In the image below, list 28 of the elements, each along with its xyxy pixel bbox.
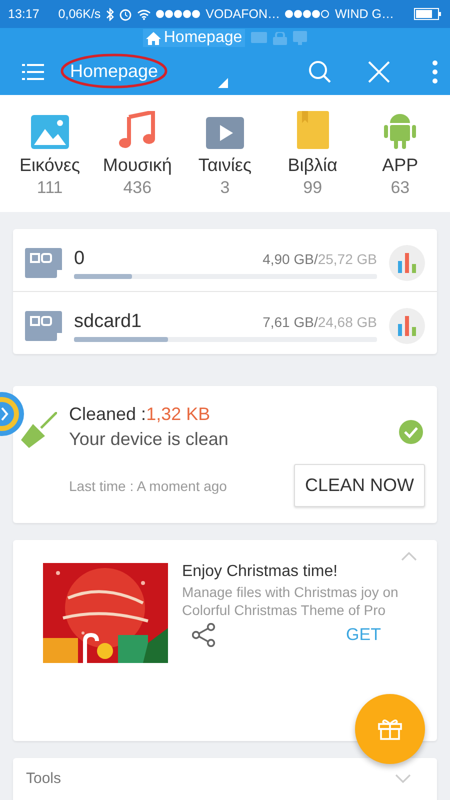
storage-used: 4,90 GB/: [262, 250, 318, 266]
carrier-name: VODAFON…: [206, 7, 280, 21]
carrier-name: WIND G…: [334, 7, 394, 21]
category-count: 436: [123, 178, 152, 198]
storage-used: 7,61 GB/: [262, 314, 318, 330]
clean-now-button[interactable]: CLEAN NOW: [294, 464, 425, 507]
category-label[interactable]: Βιβλία: [288, 155, 338, 176]
cleaned-label: Cleaned :: [69, 404, 146, 425]
storage-name[interactable]: sdcard1: [74, 310, 142, 332]
clean-status: Your device is clean: [69, 429, 230, 450]
clock: 13:17: [8, 7, 40, 21]
storage-total: 24,68 GB: [318, 314, 377, 330]
storage-name[interactable]: 0: [74, 248, 85, 270]
category-count: 3: [220, 178, 230, 198]
category-count: 111: [36, 178, 63, 198]
network-speed: 0,06K/s: [58, 7, 101, 21]
category-label[interactable]: Ταινίες: [198, 155, 252, 176]
category-count: 63: [390, 178, 410, 198]
category-label[interactable]: APP: [382, 155, 418, 176]
promo-title: Enjoy Christmas time!: [182, 563, 339, 581]
tools-title: Tools: [26, 770, 62, 787]
category-label[interactable]: Μουσική: [102, 155, 172, 176]
last-clean-time: Last time : A moment ago: [69, 478, 227, 494]
promo-description: Manage files with Christmas joy on Colorful Christmas Theme of Pro: [182, 584, 400, 619]
cleaned-amount: 1,32 KB: [146, 404, 210, 425]
category-count: 99: [303, 178, 322, 198]
storage-total: 25,72 GB: [318, 250, 377, 266]
category-label[interactable]: Εικόνες: [20, 155, 80, 176]
